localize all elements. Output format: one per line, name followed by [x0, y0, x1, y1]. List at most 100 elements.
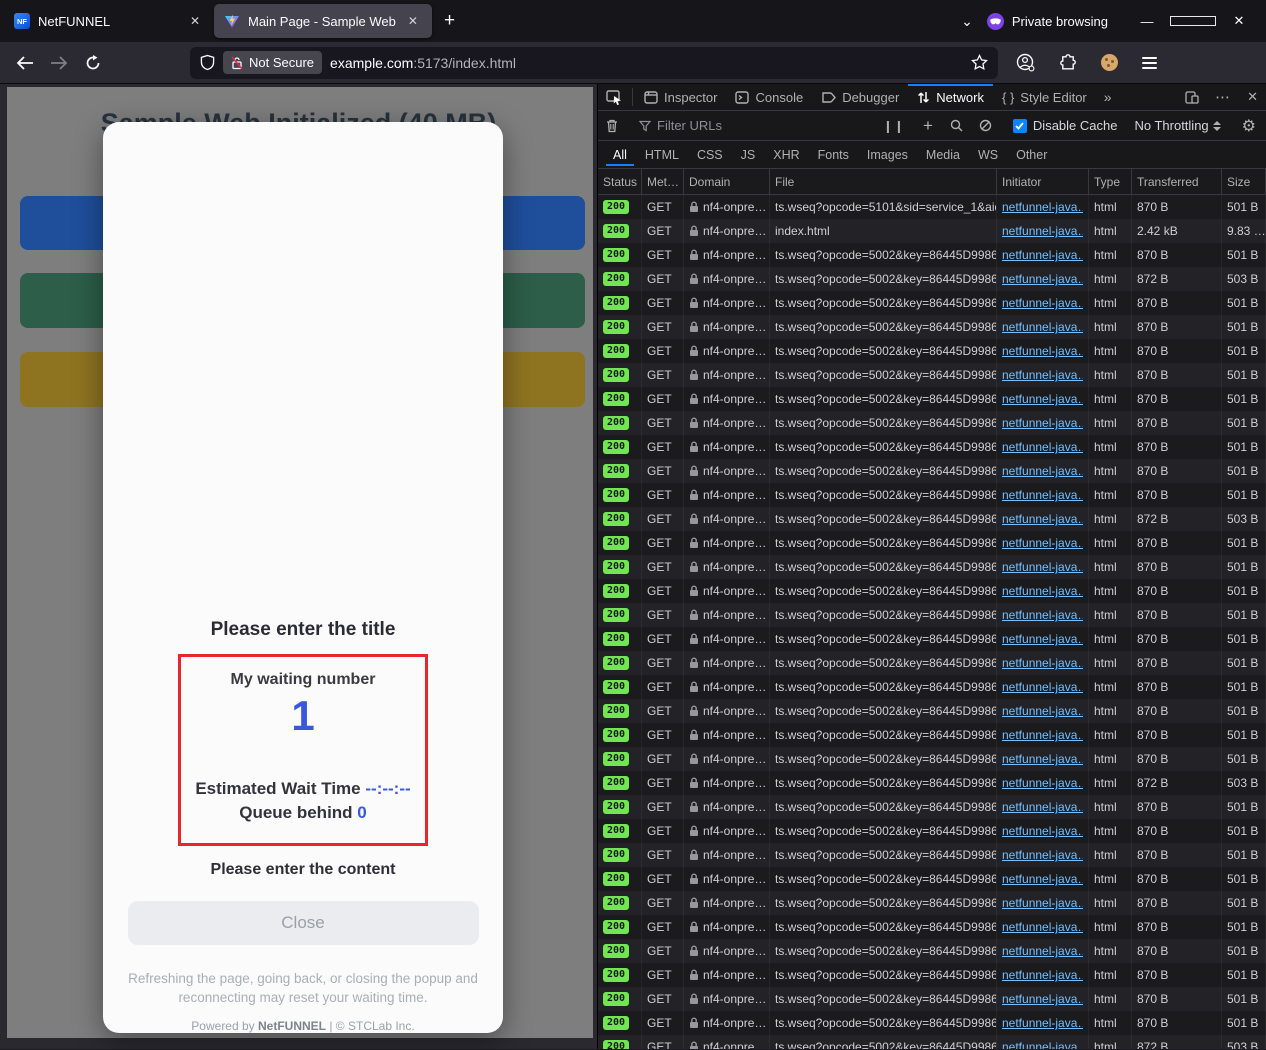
initiator-link[interactable]: netfunnel-java… — [1002, 704, 1083, 718]
shield-icon[interactable] — [200, 54, 215, 71]
tab-close-icon[interactable]: ✕ — [404, 12, 422, 30]
network-request-row[interactable]: 200GETnf4-onpre…ts.wseq?opcode=5002&key=… — [598, 531, 1266, 555]
devtools-close-icon[interactable]: ✕ — [1239, 89, 1266, 105]
network-request-row[interactable]: 200GETnf4-onpre…ts.wseq?opcode=5002&key=… — [598, 771, 1266, 795]
initiator-link[interactable]: netfunnel-java… — [1002, 608, 1083, 622]
network-request-row[interactable]: 200GETnf4-onpre…ts.wseq?opcode=5002&key=… — [598, 987, 1266, 1011]
column-header-initiator[interactable]: Initiator — [997, 169, 1089, 194]
network-request-row[interactable]: 200GETnf4-onpre…ts.wseq?opcode=5002&key=… — [598, 843, 1266, 867]
block-request-icon[interactable] — [971, 119, 1000, 132]
network-request-row[interactable]: 200GETnf4-onpre…ts.wseq?opcode=5002&key=… — [598, 747, 1266, 771]
throttling-select[interactable]: No Throttling — [1128, 118, 1208, 133]
add-request-icon[interactable]: + — [914, 116, 942, 136]
filter-ws[interactable]: WS — [971, 143, 1005, 166]
initiator-link[interactable]: netfunnel-java… — [1002, 944, 1083, 958]
list-all-tabs-chevron-icon[interactable]: ⌄ — [947, 13, 987, 30]
column-header-status[interactable]: Status — [598, 169, 642, 194]
network-request-row[interactable]: 200GETnf4-onpre…ts.wseq?opcode=5002&key=… — [598, 675, 1266, 699]
initiator-link[interactable]: netfunnel-java… — [1002, 416, 1083, 430]
forward-button[interactable] — [42, 48, 76, 78]
initiator-link[interactable]: netfunnel-java… — [1002, 248, 1083, 262]
initiator-link[interactable]: netfunnel-java… — [1002, 512, 1083, 526]
tab-main-page[interactable]: Main Page - Sample Web ✕ — [214, 4, 432, 38]
network-request-row[interactable]: 200GETnf4-onpre…ts.wseq?opcode=5002&key=… — [598, 867, 1266, 891]
column-header-type[interactable]: Type — [1089, 169, 1132, 194]
initiator-link[interactable]: netfunnel-java… — [1002, 896, 1083, 910]
network-request-row[interactable]: 200GETnf4-onpre…ts.wseq?opcode=5002&key=… — [598, 579, 1266, 603]
network-request-row[interactable]: 200GETnf4-onpre…ts.wseq?opcode=5002&key=… — [598, 915, 1266, 939]
initiator-link[interactable]: netfunnel-java… — [1002, 200, 1083, 214]
network-request-row[interactable]: 200GETnf4-onpre…ts.wseq?opcode=5002&key=… — [598, 627, 1266, 651]
network-request-row[interactable]: 200GETnf4-onpre…ts.wseq?opcode=5002&key=… — [598, 795, 1266, 819]
disable-cache-checkbox[interactable] — [1013, 119, 1027, 133]
tab-netfunnel[interactable]: NF NetFUNNEL ✕ — [4, 4, 214, 38]
clear-requests-trash-icon[interactable] — [598, 119, 626, 133]
network-request-row[interactable]: 200GETnf4-onpre…ts.wseq?opcode=5002&key=… — [598, 243, 1266, 267]
account-icon[interactable] — [1016, 53, 1035, 72]
pause-traffic-icon[interactable]: ❙❙ — [874, 119, 914, 133]
initiator-link[interactable]: netfunnel-java… — [1002, 584, 1083, 598]
network-request-row[interactable]: 200GETnf4-onpre…ts.wseq?opcode=5002&key=… — [598, 1035, 1266, 1049]
initiator-link[interactable]: netfunnel-java… — [1002, 320, 1083, 334]
initiator-link[interactable]: netfunnel-java… — [1002, 968, 1083, 982]
url-bar[interactable]: Not Secure example.com:5173/index.html — [190, 47, 998, 79]
column-header-size[interactable]: Size — [1222, 169, 1266, 194]
initiator-link[interactable]: netfunnel-java… — [1002, 656, 1083, 670]
network-request-row[interactable]: 200GETnf4-onpre…ts.wseq?opcode=5002&key=… — [598, 411, 1266, 435]
network-request-row[interactable]: 200GETnf4-onpre…index.htmlnetfunnel-java… — [598, 219, 1266, 243]
devtools-menu-icon[interactable]: ⋯ — [1207, 88, 1239, 106]
initiator-link[interactable]: netfunnel-java… — [1002, 296, 1083, 310]
network-request-row[interactable]: 200GETnf4-onpre…ts.wseq?opcode=5002&key=… — [598, 891, 1266, 915]
dialog-close-button[interactable]: Close — [128, 901, 479, 945]
initiator-link[interactable]: netfunnel-java… — [1002, 848, 1083, 862]
initiator-link[interactable]: netfunnel-java… — [1002, 464, 1083, 478]
devtools-tab-console[interactable]: Console — [726, 84, 812, 110]
devtools-tab-debugger[interactable]: Debugger — [812, 84, 908, 110]
search-icon[interactable] — [942, 119, 971, 132]
network-request-row[interactable]: 200GETnf4-onpre…ts.wseq?opcode=5002&key=… — [598, 267, 1266, 291]
network-request-row[interactable]: 200GETnf4-onpre…ts.wseq?opcode=5002&key=… — [598, 1011, 1266, 1035]
initiator-link[interactable]: netfunnel-java… — [1002, 392, 1083, 406]
initiator-link[interactable]: netfunnel-java… — [1002, 368, 1083, 382]
network-request-row[interactable]: 200GETnf4-onpre…ts.wseq?opcode=5002&key=… — [598, 339, 1266, 363]
network-settings-gear-icon[interactable]: ⚙ — [1232, 116, 1266, 136]
initiator-link[interactable]: netfunnel-java… — [1002, 680, 1083, 694]
initiator-link[interactable]: netfunnel-java… — [1002, 488, 1083, 502]
responsive-design-mode-icon[interactable] — [1177, 91, 1207, 104]
filter-css[interactable]: CSS — [690, 143, 730, 166]
initiator-link[interactable]: netfunnel-java… — [1002, 992, 1083, 1006]
network-request-row[interactable]: 200GETnf4-onpre…ts.wseq?opcode=5002&key=… — [598, 939, 1266, 963]
back-button[interactable] — [8, 48, 42, 78]
minimize-button[interactable]: — — [1124, 14, 1170, 29]
initiator-link[interactable]: netfunnel-java… — [1002, 872, 1083, 886]
app-menu-icon[interactable] — [1142, 57, 1157, 69]
window-close-button[interactable]: ✕ — [1216, 13, 1262, 29]
devtools-tab-inspector[interactable]: Inspector — [635, 84, 726, 110]
pick-element-button[interactable] — [598, 84, 630, 110]
filter-fonts[interactable]: Fonts — [811, 143, 856, 166]
maximize-button[interactable] — [1170, 14, 1216, 29]
filter-xhr[interactable]: XHR — [766, 143, 806, 166]
network-request-row[interactable]: 200GETnf4-onpre…ts.wseq?opcode=5002&key=… — [598, 651, 1266, 675]
filter-other[interactable]: Other — [1009, 143, 1054, 166]
reload-button[interactable] — [76, 48, 110, 78]
filter-js[interactable]: JS — [734, 143, 763, 166]
network-request-row[interactable]: 200GETnf4-onpre…ts.wseq?opcode=5002&key=… — [598, 963, 1266, 987]
initiator-link[interactable]: netfunnel-java… — [1002, 440, 1083, 454]
initiator-link[interactable]: netfunnel-java… — [1002, 728, 1083, 742]
network-request-row[interactable]: 200GETnf4-onpre…ts.wseq?opcode=5002&key=… — [598, 435, 1266, 459]
initiator-link[interactable]: netfunnel-java… — [1002, 1016, 1083, 1030]
filter-all[interactable]: All — [606, 143, 634, 166]
initiator-link[interactable]: netfunnel-java… — [1002, 920, 1083, 934]
initiator-link[interactable]: netfunnel-java… — [1002, 1040, 1083, 1049]
bookmark-star-icon[interactable] — [971, 54, 988, 71]
extensions-icon[interactable] — [1059, 54, 1077, 72]
column-header-file[interactable]: File — [770, 169, 997, 194]
tab-close-icon[interactable]: ✕ — [186, 12, 204, 30]
initiator-link[interactable]: netfunnel-java… — [1002, 560, 1083, 574]
initiator-link[interactable]: netfunnel-java… — [1002, 344, 1083, 358]
network-request-row[interactable]: 200GETnf4-onpre…ts.wseq?opcode=5002&key=… — [598, 363, 1266, 387]
filter-media[interactable]: Media — [919, 143, 967, 166]
filter-urls-input[interactable]: Filter URLs — [657, 118, 869, 133]
network-request-row[interactable]: 200GETnf4-onpre…ts.wseq?opcode=5002&key=… — [598, 507, 1266, 531]
